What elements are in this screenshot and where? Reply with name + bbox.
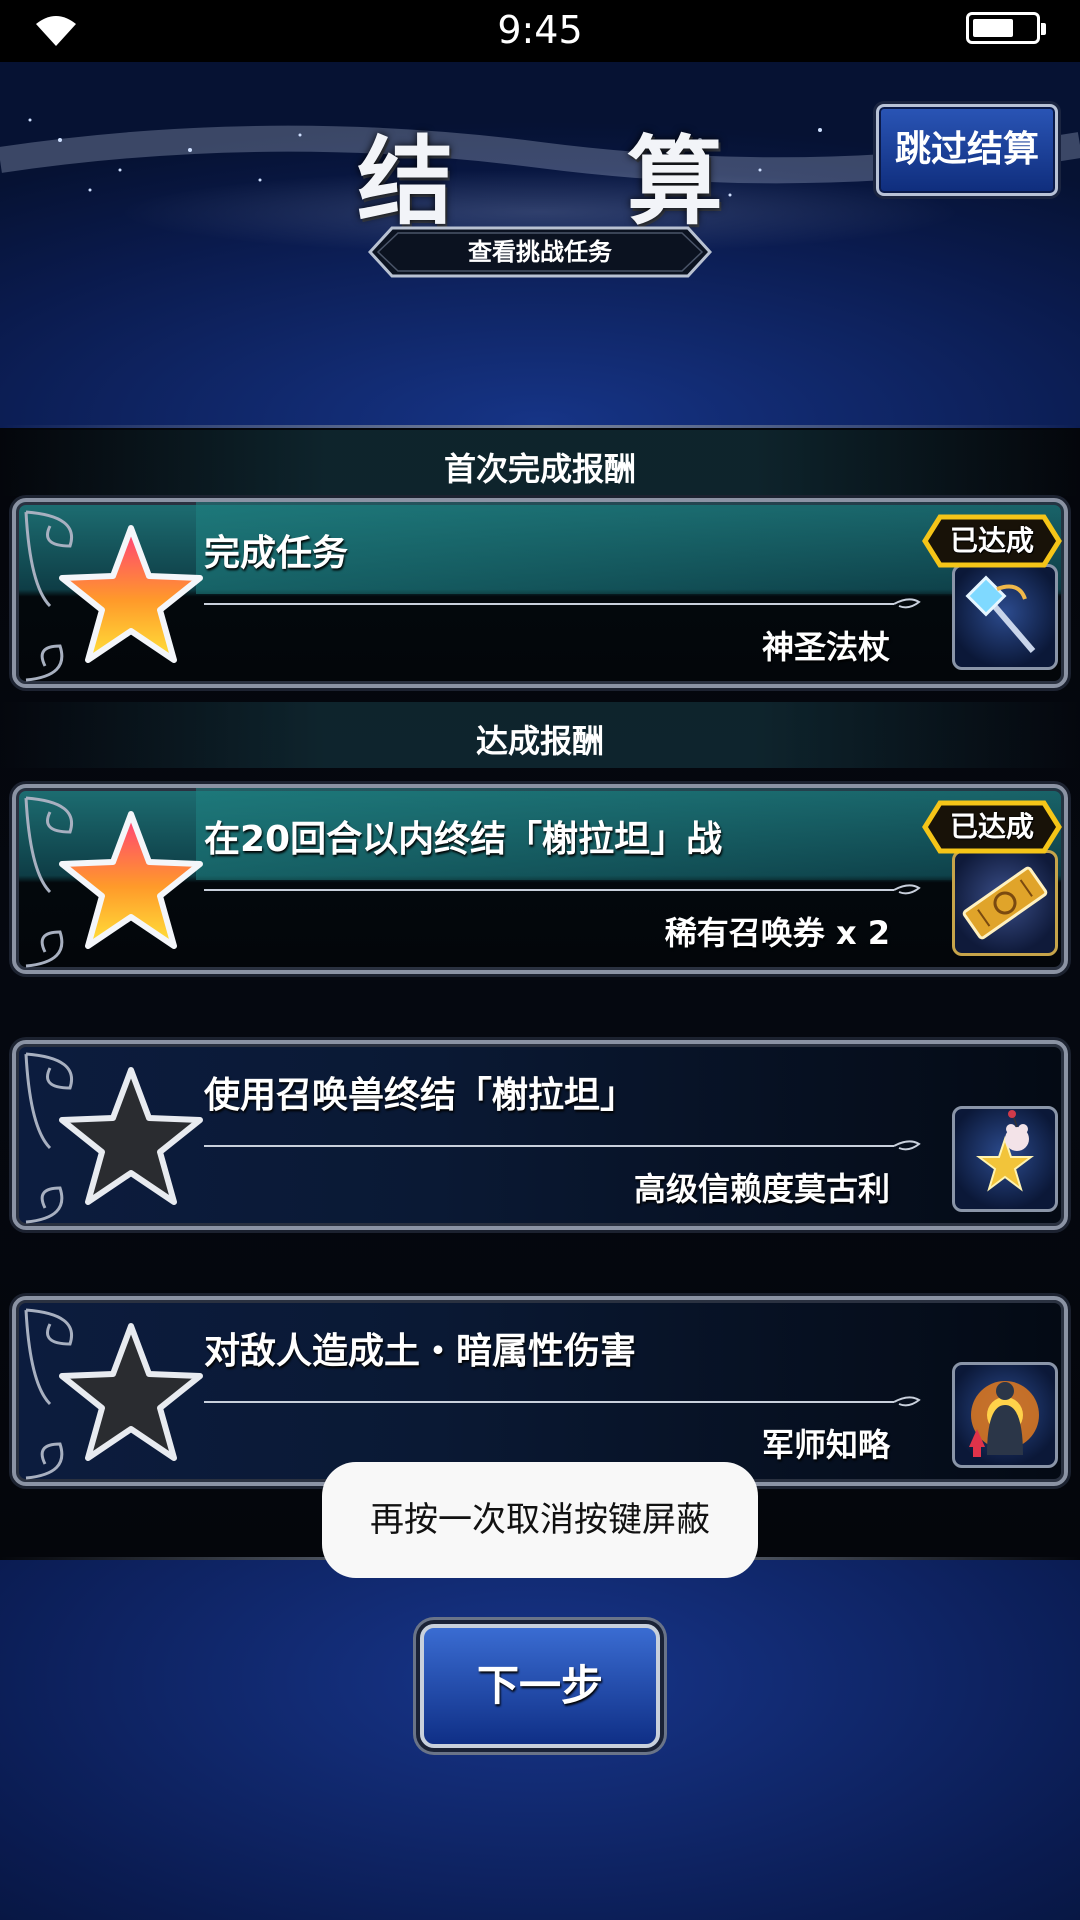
star-empty-icon (59, 1067, 203, 1205)
mission-divider (204, 884, 921, 895)
mission-title: 对敌人造成土・暗属性伤害 (204, 1331, 637, 1372)
status-time: 9:45 (497, 8, 583, 52)
mission-reward: 神圣法杖 (761, 628, 890, 666)
staff-icon[interactable] (952, 564, 1058, 670)
mission-panel-4: 对敌人造成土・暗属性伤害 军师知略 (12, 1296, 1068, 1486)
achieved-badge: 已达成 (922, 800, 1062, 854)
mission-divider (204, 1396, 921, 1407)
ticket-icon[interactable] (952, 850, 1058, 956)
section-first-clear: 首次完成报酬 (443, 450, 636, 488)
status-bar: 9:45 (0, 0, 1080, 62)
star-gold-icon (59, 525, 203, 663)
mission-divider (204, 598, 921, 609)
achieved-badge-label: 已达成 (949, 810, 1034, 843)
mission-panel-3: 使用召唤兽终结「榭拉坦」 高级信赖度莫古利 (12, 1040, 1068, 1230)
view-challenge-label: 查看挑战任务 (468, 238, 612, 266)
mission-title: 在20回合以内终结「榭拉坦」战 (204, 819, 723, 860)
section-achievement: 达成报酬 (475, 722, 604, 760)
view-challenge-button[interactable]: 查看挑战任务 (368, 226, 712, 278)
star-empty-icon (59, 1323, 203, 1461)
mission-title: 完成任务 (204, 533, 349, 574)
skip-settlement-button[interactable]: 跳过结算 (876, 104, 1058, 196)
achieved-badge-label: 已达成 (949, 524, 1034, 557)
mission-title: 使用召唤兽终结「榭拉坦」 (204, 1075, 637, 1116)
mission-divider (204, 1140, 921, 1151)
divider-top (0, 425, 1080, 428)
toast-message: 再按一次取消按键屏蔽 (322, 1462, 758, 1578)
mission-reward: 稀有召唤券 x 2 (664, 914, 890, 952)
achieved-badge: 已达成 (922, 514, 1062, 568)
mission-reward: 高级信赖度莫古利 (633, 1170, 890, 1208)
moogle-star-icon[interactable] (952, 1106, 1058, 1212)
strategist-icon[interactable] (952, 1362, 1058, 1468)
mission-panel-1: 完成任务 神圣法杖 (12, 498, 1068, 688)
battery-icon (966, 12, 1046, 44)
star-gold-icon (59, 811, 203, 949)
next-button[interactable]: 下一步 (420, 1624, 660, 1748)
mission-reward: 军师知略 (761, 1426, 890, 1464)
mission-panel-2: 在20回合以内终结「榭拉坦」战 稀有召唤券 x 2 (12, 784, 1068, 974)
